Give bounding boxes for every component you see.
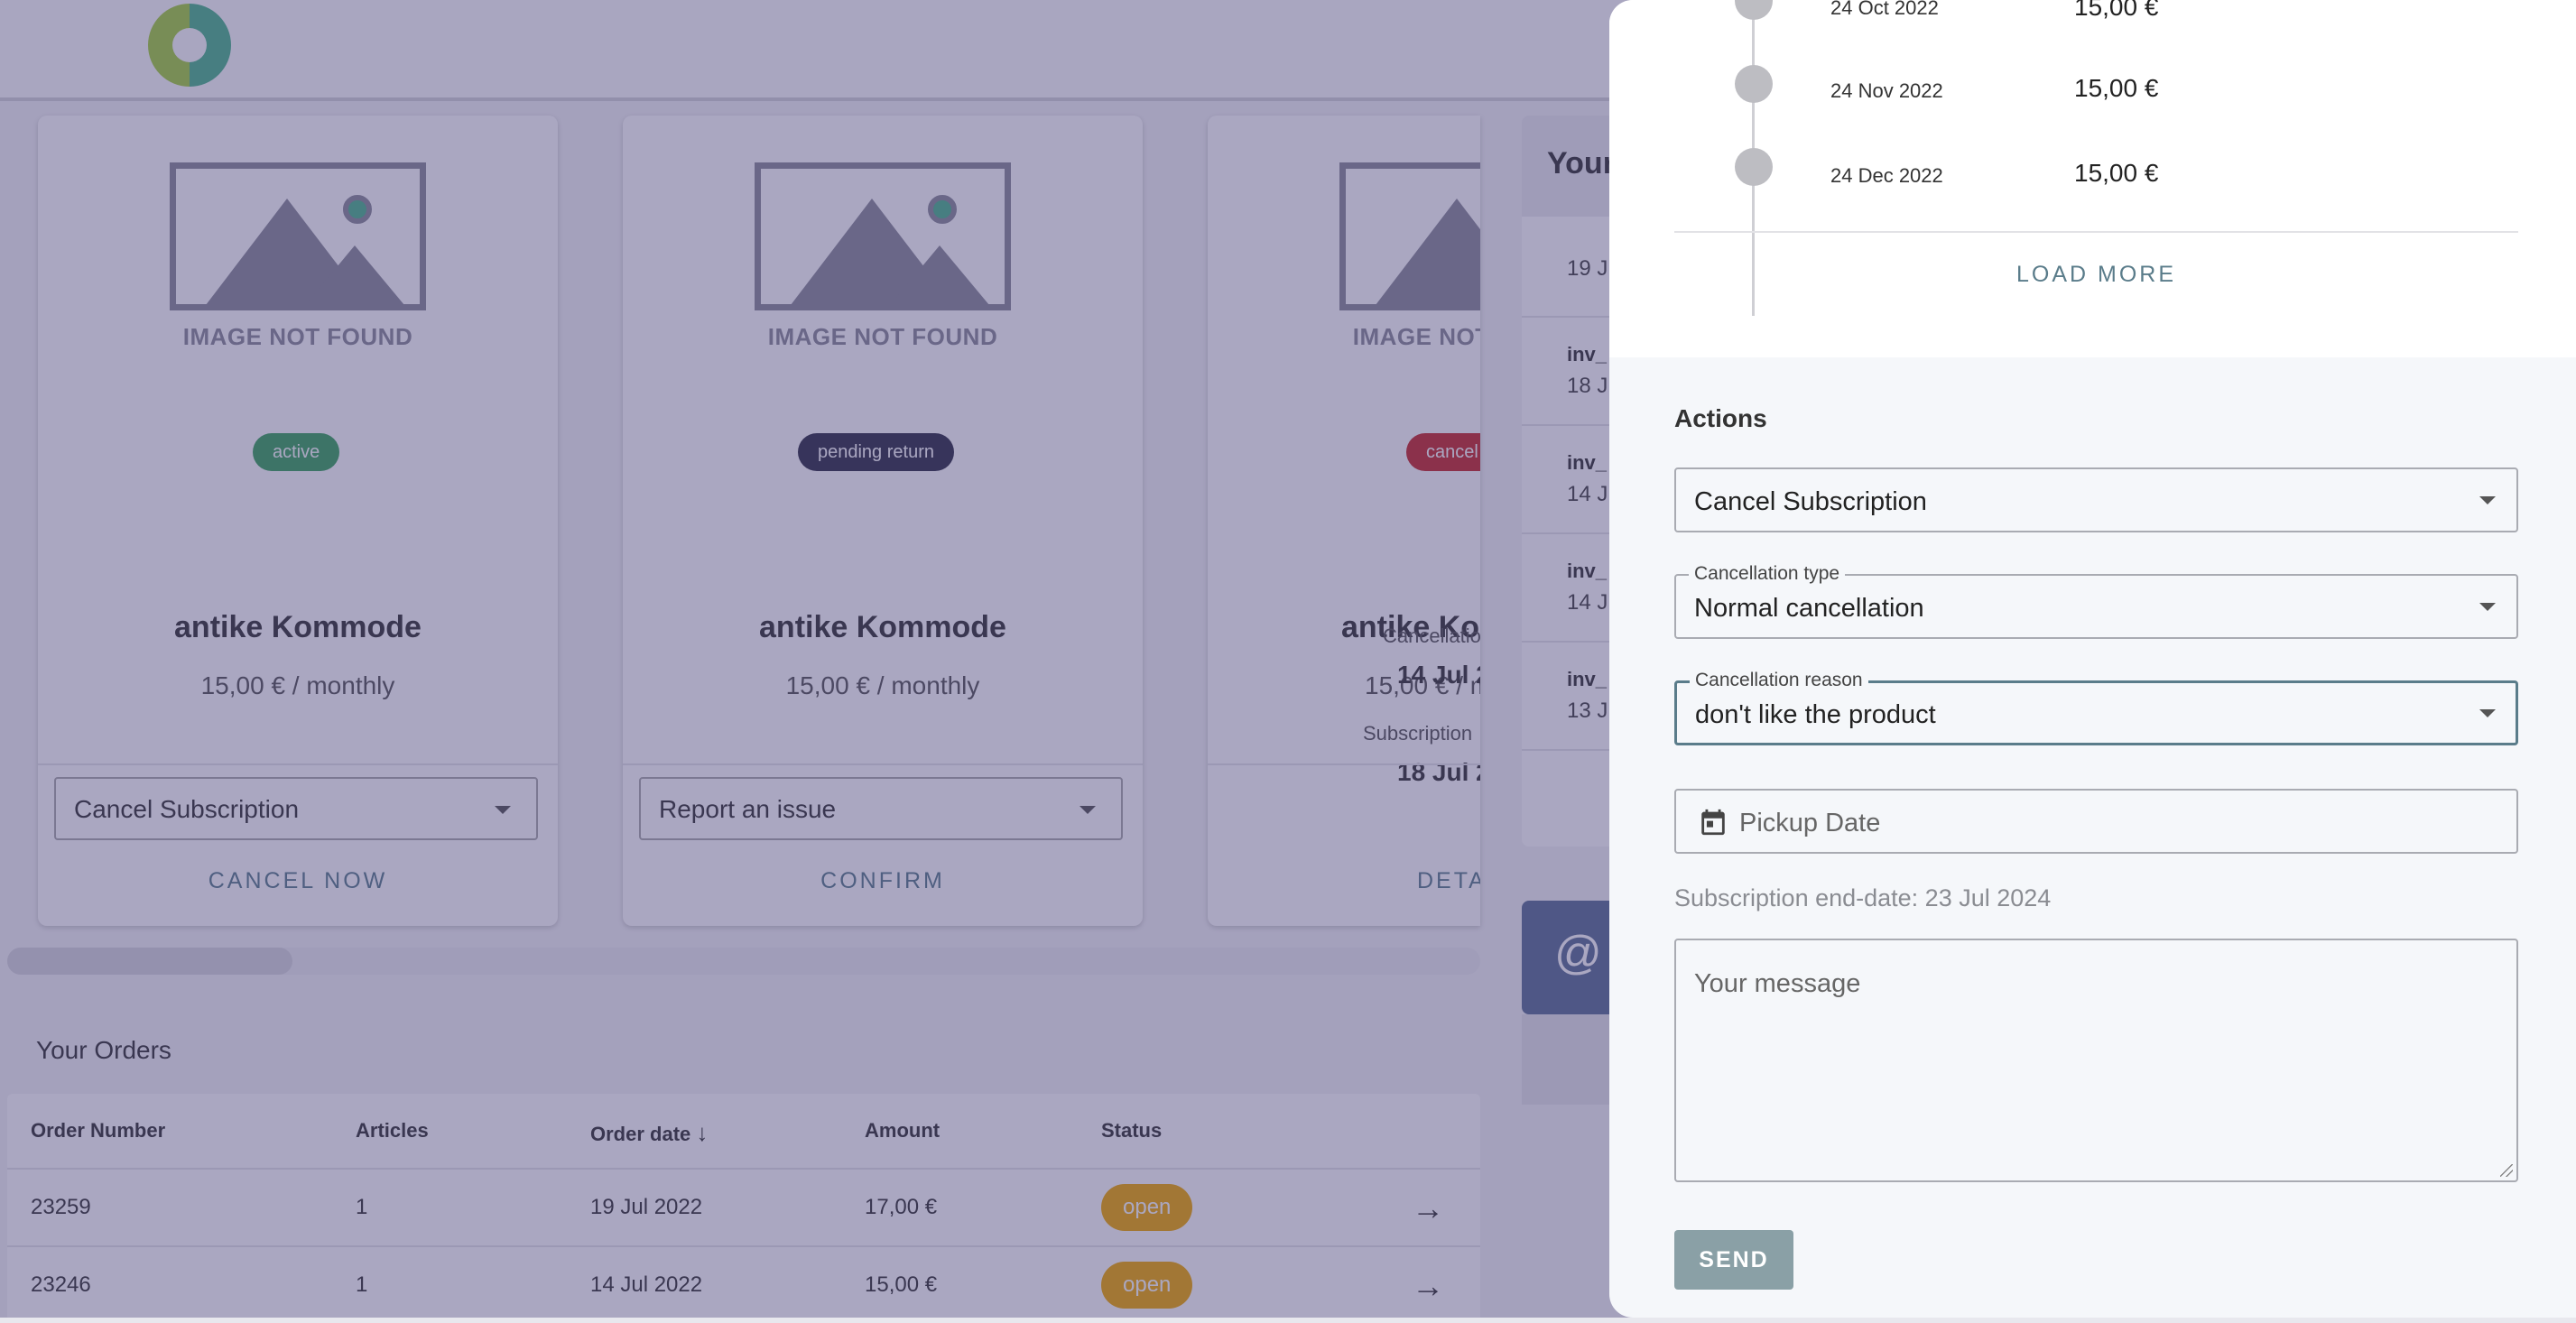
timeline-dot <box>1735 0 1773 20</box>
action-select[interactable]: Cancel Subscription <box>1674 467 2518 532</box>
cancellation-type-select[interactable]: Cancellation type Normal cancellation <box>1674 563 2518 639</box>
timeline-date: 24 Dec 2022 <box>1830 164 1943 187</box>
actions-title: Actions <box>1674 404 1767 432</box>
chevron-down-icon <box>2479 709 2496 717</box>
payment-timeline: 24 Oct 2022 15,00 € 24 Nov 2022 15,00 € … <box>1609 0 2576 357</box>
timeline-dot <box>1735 65 1773 103</box>
subscription-end-date: Subscription end-date: 23 Jul 2024 <box>1674 884 2052 911</box>
timeline-dot <box>1735 148 1773 186</box>
cancellation-reason-label: Cancellation reason <box>1690 670 1868 691</box>
timeline-amount: 15,00 € <box>2074 74 2159 102</box>
chevron-down-icon <box>2479 603 2496 611</box>
cancellation-reason-value: don't like the product <box>1695 700 1936 729</box>
action-select-value: Cancel Subscription <box>1694 487 1927 516</box>
resize-handle-icon[interactable] <box>2500 1164 2513 1177</box>
timeline-amount: 15,00 € <box>2074 0 2159 21</box>
cancellation-reason-select[interactable]: Cancellation reason don't like the produ… <box>1674 670 2518 745</box>
timeline-amount: 15,00 € <box>2074 159 2159 187</box>
timeline-date: 24 Nov 2022 <box>1830 79 1943 102</box>
chevron-down-icon <box>2479 496 2496 504</box>
message-placeholder: Your message <box>1694 969 1861 998</box>
load-more-button[interactable]: LOAD MORE <box>1674 262 2518 288</box>
send-button[interactable]: SEND <box>1674 1230 1793 1290</box>
timeline-date: 24 Oct 2022 <box>1830 0 1939 19</box>
pickup-date-input[interactable]: Pickup Date <box>1674 789 2518 854</box>
message-textarea[interactable]: Your message <box>1674 939 2518 1182</box>
pickup-date-placeholder: Pickup Date <box>1739 809 1881 837</box>
cancellation-type-value: Normal cancellation <box>1694 594 1924 623</box>
cancellation-type-label: Cancellation type <box>1689 563 1846 585</box>
side-drawer: 24 Oct 2022 15,00 € 24 Nov 2022 15,00 € … <box>1609 0 2576 1318</box>
calendar-icon <box>1701 809 1725 836</box>
